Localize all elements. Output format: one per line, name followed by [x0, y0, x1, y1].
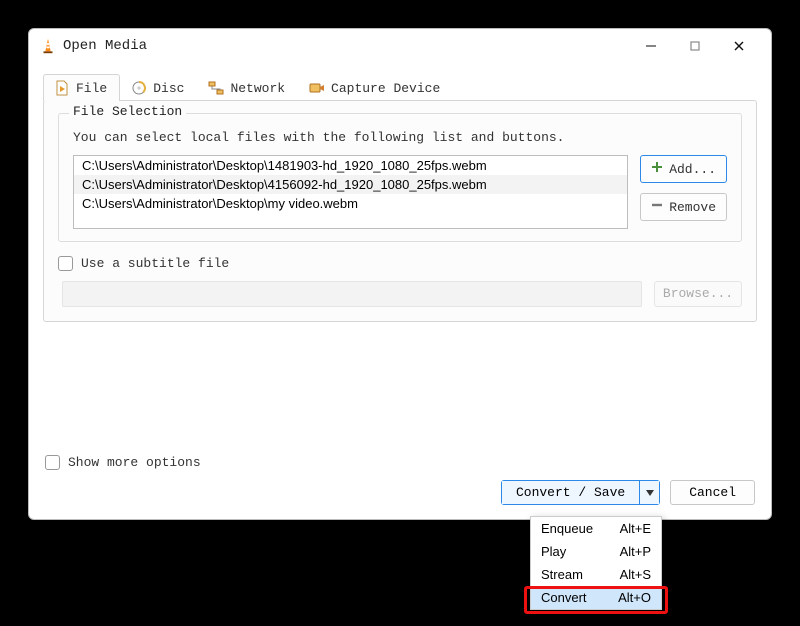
tab-network[interactable]: Network: [197, 74, 298, 101]
button-label: Remove: [669, 200, 716, 215]
fieldset-legend: File Selection: [69, 104, 186, 119]
browse-button: Browse...: [654, 281, 742, 307]
window-title: Open Media: [63, 38, 629, 54]
tab-file[interactable]: File: [43, 74, 120, 101]
use-subtitle-label: Use a subtitle file: [81, 256, 229, 271]
titlebar: Open Media: [29, 29, 771, 63]
vlc-cone-icon: [39, 37, 57, 55]
capture-icon: [309, 80, 325, 96]
tab-label: Disc: [153, 81, 184, 96]
file-panel: File Selection You can select local file…: [43, 100, 757, 322]
minus-icon: [651, 199, 663, 215]
dropdown-arrow[interactable]: [639, 481, 659, 504]
show-more-label: Show more options: [68, 455, 201, 470]
open-media-dialog: Open Media File Disc Network Capture Dev…: [28, 28, 772, 520]
list-item[interactable]: C:\Users\Administrator\Desktop\4156092-h…: [74, 175, 627, 194]
button-label: Convert / Save: [502, 481, 639, 504]
show-more-checkbox[interactable]: [45, 455, 60, 470]
tab-label: File: [76, 81, 107, 96]
menu-item-convert[interactable]: ConvertAlt+O: [531, 586, 661, 609]
button-label: Add...: [669, 162, 716, 177]
minimize-button[interactable]: [629, 32, 673, 60]
media-tabs: File Disc Network Capture Device: [29, 69, 771, 101]
tab-capture[interactable]: Capture Device: [298, 74, 453, 101]
maximize-button[interactable]: [673, 32, 717, 60]
tab-label: Capture Device: [331, 81, 440, 96]
close-button[interactable]: [717, 32, 761, 60]
tab-disc[interactable]: Disc: [120, 74, 197, 101]
file-icon: [54, 80, 70, 96]
file-list[interactable]: C:\Users\Administrator\Desktop\1481903-h…: [73, 155, 628, 229]
cancel-button[interactable]: Cancel: [670, 480, 755, 505]
list-item[interactable]: C:\Users\Administrator\Desktop\my video.…: [74, 194, 627, 213]
list-item[interactable]: C:\Users\Administrator\Desktop\1481903-h…: [74, 156, 627, 175]
convert-save-button[interactable]: Convert / Save: [501, 480, 660, 505]
use-subtitle-checkbox[interactable]: [58, 256, 73, 271]
subtitle-path-input: [62, 281, 642, 307]
file-selection-fieldset: File Selection You can select local file…: [58, 113, 742, 242]
convert-save-menu: EnqueueAlt+E PlayAlt+P StreamAlt+S Conve…: [530, 516, 662, 610]
remove-button[interactable]: Remove: [640, 193, 727, 221]
plus-icon: [651, 161, 663, 177]
disc-icon: [131, 80, 147, 96]
add-button[interactable]: Add...: [640, 155, 727, 183]
menu-item-play[interactable]: PlayAlt+P: [531, 540, 661, 563]
network-icon: [208, 80, 224, 96]
tab-label: Network: [230, 81, 285, 96]
menu-item-stream[interactable]: StreamAlt+S: [531, 563, 661, 586]
help-text: You can select local files with the foll…: [73, 130, 727, 145]
menu-item-enqueue[interactable]: EnqueueAlt+E: [531, 517, 661, 540]
